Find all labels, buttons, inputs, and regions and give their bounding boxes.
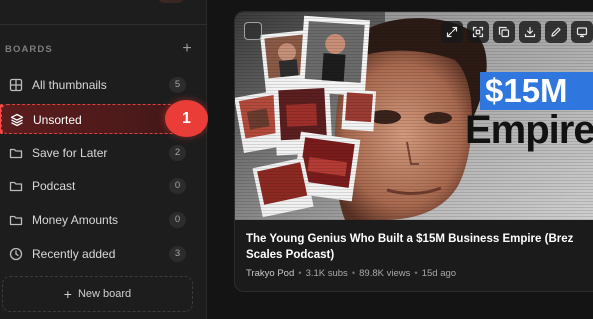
sidebar-item-label: Recently added [32, 247, 116, 261]
channel-name[interactable]: Trakyo Pod [246, 268, 294, 279]
count-badge: 0 [169, 178, 186, 194]
folder-icon [9, 179, 23, 193]
boards-section-title: BOARDS [5, 44, 53, 55]
thumbnail-image[interactable]: $15M Empire [235, 12, 593, 220]
layers-icon [10, 113, 24, 127]
thumbnail-overlay-amount: $15M [480, 72, 593, 110]
thumbnail-card[interactable]: $15M Empire The Young Genius Who Built a… [234, 11, 593, 292]
folder-icon [9, 146, 23, 160]
count-badge: 5 [169, 77, 186, 93]
divider [0, 24, 207, 25]
sidebar-item-save-for-later[interactable]: Save for Later 2 [1, 138, 190, 168]
new-board-label: New board [77, 288, 132, 300]
view-count: 89.8K views [359, 268, 411, 279]
sidebar-item-label: Podcast [32, 179, 76, 193]
video-title[interactable]: The Young Genius Who Built a $15M Busine… [246, 231, 593, 263]
new-board-button[interactable]: + New board [2, 276, 193, 312]
count-badge: 3 [169, 246, 186, 262]
sidebar-item-label: All thumbnails [32, 78, 107, 92]
separator-dot: • [414, 268, 418, 279]
sidebar-item-recently-added[interactable]: Recently added 3 [1, 239, 190, 269]
boards-header: BOARDS + [5, 41, 195, 58]
select-checkbox[interactable] [244, 22, 262, 40]
video-meta: Trakyo Pod • 3.1K subs • 89.8K views • 15d ago [246, 268, 456, 279]
expand-icon[interactable] [441, 21, 463, 43]
thumbnail-overlay-word: Empire [465, 108, 593, 152]
subscriber-count: 3.1K subs [305, 268, 348, 279]
sidebar-item-label: Save for Later [32, 146, 108, 160]
app-window: BOARDS + All thumbnails 5 Unsorted 1 Sav… [0, 0, 593, 319]
separator-dot: • [298, 268, 302, 279]
separator-dot: • [351, 268, 356, 279]
sidebar-item-all-thumbnails[interactable]: All thumbnails 5 [1, 70, 190, 100]
count-badge: 0 [169, 212, 186, 228]
sidebar-item-label: Money Amounts [32, 213, 119, 227]
step-number-badge: 1 [165, 100, 208, 137]
grid-icon [9, 78, 23, 92]
edit-icon[interactable] [545, 21, 567, 43]
count-badge: 2 [169, 145, 186, 161]
download-icon[interactable] [519, 21, 541, 43]
fullscreen-icon[interactable] [467, 21, 489, 43]
copy-icon[interactable] [493, 21, 515, 43]
clock-icon [9, 247, 23, 261]
avatar[interactable] [158, 0, 184, 3]
thumbnail-actions [441, 21, 593, 43]
sidebar-item-money-amounts[interactable]: Money Amounts 0 [1, 205, 190, 235]
sidebar-item-podcast[interactable]: Podcast 0 [1, 171, 190, 201]
upload-age: 15d ago [421, 268, 457, 279]
sidebar: BOARDS + All thumbnails 5 Unsorted 1 Sav… [0, 0, 208, 319]
folder-icon [9, 213, 23, 227]
plus-icon: + [63, 286, 72, 302]
screen-icon[interactable] [571, 21, 593, 43]
sidebar-item-label: Unsorted [33, 113, 82, 127]
add-board-icon[interactable]: + [179, 41, 195, 57]
